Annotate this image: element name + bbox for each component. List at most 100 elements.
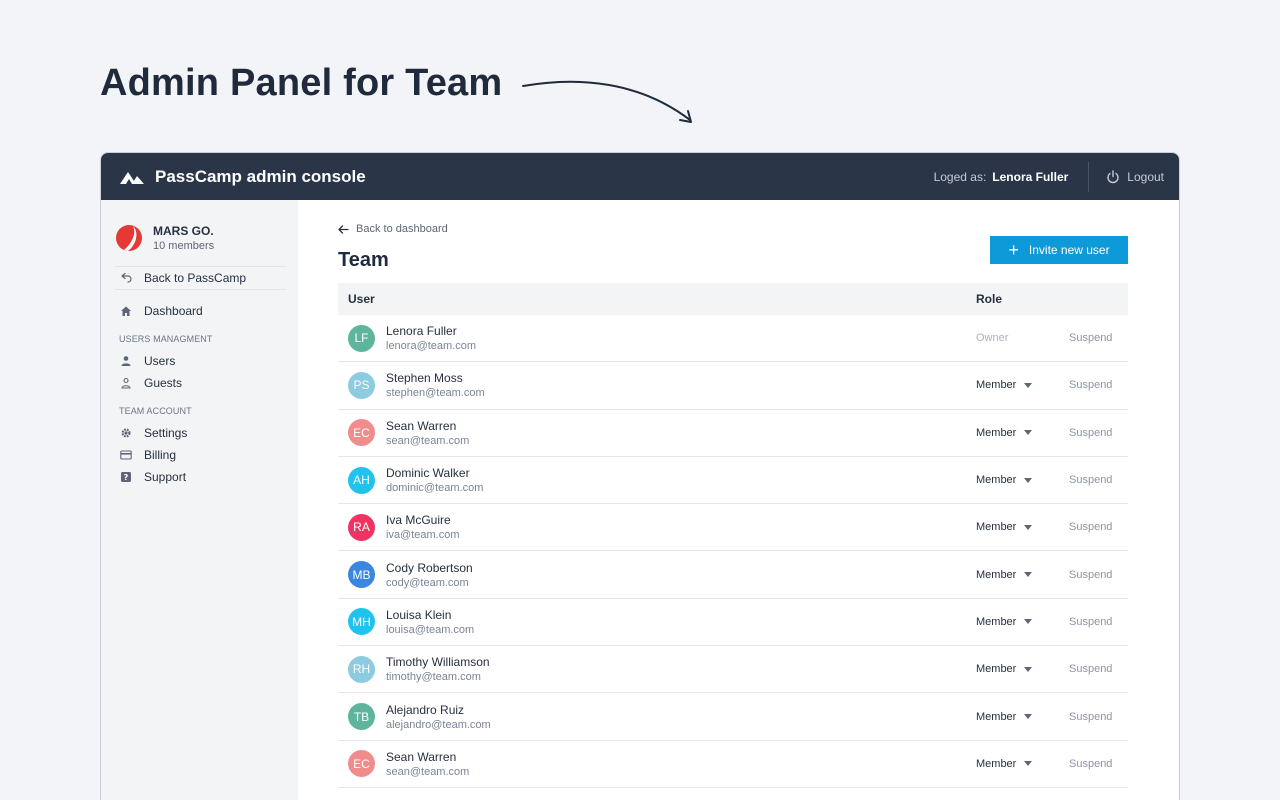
help-icon: ? <box>120 471 132 483</box>
role-dropdown[interactable]: Member <box>976 663 1069 675</box>
column-header-role: Role <box>976 292 1003 306</box>
avatar: EC <box>348 419 375 447</box>
logout-button[interactable]: Logout <box>1089 170 1164 184</box>
avatar: LF <box>348 324 375 352</box>
role-dropdown[interactable]: Member <box>976 616 1069 628</box>
team-logo-icon <box>116 225 142 251</box>
suspend-button[interactable]: Suspend <box>1069 758 1112 770</box>
user-name: Iva McGuire <box>386 513 451 528</box>
role-value: Member <box>976 426 1017 439</box>
role-value: Member <box>976 615 1017 628</box>
user-email: stephen@team.com <box>386 387 485 400</box>
user-cell: LF Lenora Fuller lenora@team.com <box>338 324 976 352</box>
chevron-down-icon <box>1024 761 1033 767</box>
sidebar-item-label: Settings <box>144 426 188 440</box>
back-to-passcamp-link[interactable]: Back to PassCamp <box>115 266 286 290</box>
home-icon <box>120 305 132 317</box>
user-name: Alejandro Ruiz <box>386 702 465 717</box>
sidebar-item-label: Billing <box>144 448 177 462</box>
suspend-button[interactable]: Suspend <box>1069 616 1112 628</box>
table-row: TB Alejandro Ruiz alejandro@team.com Mem… <box>338 693 1128 741</box>
role-dropdown[interactable]: Member <box>976 427 1069 439</box>
main-content: Back to dashboard Team + Invite new user… <box>338 200 1128 788</box>
user-email: lenora@team.com <box>386 340 477 353</box>
sidebar-item-settings[interactable]: Settings <box>115 422 286 444</box>
suspend-button[interactable]: Suspend <box>1069 332 1112 344</box>
passcamp-logo-icon <box>120 171 144 184</box>
user-name: Cody Robertson <box>386 560 473 575</box>
suspend-button[interactable]: Suspend <box>1069 711 1112 723</box>
sidebar-item-billing[interactable]: Billing <box>115 444 286 466</box>
back-to-dashboard-link[interactable]: Back to dashboard <box>338 223 1128 235</box>
curved-arrow-icon <box>522 80 692 123</box>
user-cell: AH Dominic Walker dominic@team.com <box>338 466 976 494</box>
back-to-passcamp-label: Back to PassCamp <box>144 271 247 285</box>
team-members-count: 10 members <box>153 240 215 252</box>
role-value: Member <box>976 379 1017 392</box>
chevron-down-icon <box>1024 572 1033 578</box>
role-value: Member <box>976 757 1017 770</box>
suspend-button[interactable]: Suspend <box>1069 474 1112 486</box>
user-email: timothy@team.com <box>386 671 481 684</box>
user-email: sean@team.com <box>386 765 470 778</box>
table-row: EC Sean Warren sean@team.com Member Susp… <box>338 741 1128 788</box>
user-name: Lenora Fuller <box>386 324 457 339</box>
sidebar-item-users[interactable]: Users <box>115 350 286 372</box>
user-email: cody@team.com <box>386 576 469 589</box>
table-row: MB Cody Robertson cody@team.com Member S… <box>338 551 1128 599</box>
chevron-down-icon <box>1024 714 1033 720</box>
admin-console-window: PassCamp admin console Loged as: Lenora … <box>100 152 1180 800</box>
invite-new-user-button[interactable]: + Invite new user <box>990 236 1128 264</box>
suspend-button[interactable]: Suspend <box>1069 569 1112 581</box>
sidebar-item-dashboard[interactable]: Dashboard <box>115 300 286 322</box>
table-row: RH Timothy Williamson timothy@team.com M… <box>338 646 1128 694</box>
user-name: Dominic Walker <box>386 466 470 481</box>
avatar: PS <box>348 371 375 399</box>
section-label-users-management: USERS MANAGMENT <box>119 334 213 344</box>
suspend-button[interactable]: Suspend <box>1069 379 1112 391</box>
suspend-button[interactable]: Suspend <box>1069 427 1112 439</box>
role-label: Owner <box>976 332 1069 344</box>
role-dropdown[interactable]: Member <box>976 711 1069 723</box>
role-dropdown[interactable]: Member <box>976 758 1069 770</box>
suspend-button[interactable]: Suspend <box>1069 521 1112 533</box>
sidebar-item-label: Guests <box>144 376 183 390</box>
user-cell: TB Alejandro Ruiz alejandro@team.com <box>338 703 976 731</box>
users-table: User Role LF Lenora Fuller lenora@team.c… <box>338 283 1128 788</box>
table-row: RA Iva McGuire iva@team.com Member Suspe… <box>338 504 1128 552</box>
avatar: MH <box>348 608 375 636</box>
table-row: EC Sean Warren sean@team.com Member Susp… <box>338 410 1128 457</box>
plus-icon: + <box>1008 240 1019 260</box>
chevron-down-icon <box>1024 524 1033 530</box>
undo-arrow-icon <box>120 272 132 284</box>
role-dropdown[interactable]: Member <box>976 474 1069 486</box>
team-card: MARS GO. 10 members <box>115 224 286 252</box>
user-name: Timothy Williamson <box>386 655 490 670</box>
suspend-button[interactable]: Suspend <box>1069 663 1112 675</box>
user-cell: PS Stephen Moss stephen@team.com <box>338 371 976 399</box>
role-dropdown[interactable]: Member <box>976 379 1069 391</box>
avatar: AH <box>348 466 375 494</box>
invite-button-label: Invite new user <box>1028 243 1110 257</box>
back-to-dashboard-label: Back to dashboard <box>356 223 448 235</box>
sidebar-item-support[interactable]: ? Support <box>115 466 286 488</box>
sidebar-item-guests[interactable]: Guests <box>115 372 286 394</box>
role-value: Member <box>976 521 1017 534</box>
sidebar-item-label: Users <box>144 354 176 368</box>
sidebar: MARS GO. 10 members Back to PassCamp Das… <box>101 200 298 800</box>
logged-user-name: Lenora Fuller <box>992 169 1069 184</box>
role-dropdown[interactable]: Member <box>976 521 1069 533</box>
avatar: RA <box>348 513 375 541</box>
chevron-down-icon <box>1024 619 1033 625</box>
role-dropdown[interactable]: Member <box>976 569 1069 581</box>
chevron-down-icon <box>1024 382 1033 388</box>
brand[interactable]: PassCamp admin console <box>119 167 366 187</box>
chevron-down-icon <box>1024 430 1033 436</box>
chevron-down-icon <box>1024 477 1033 483</box>
role-value: Member <box>976 474 1017 487</box>
avatar: RH <box>348 655 375 683</box>
loged-label: Loged as: <box>933 169 987 184</box>
table-header: User Role <box>338 283 1128 315</box>
table-row: LF Lenora Fuller lenora@team.com Owner S… <box>338 315 1128 363</box>
role-value: Member <box>976 710 1017 723</box>
